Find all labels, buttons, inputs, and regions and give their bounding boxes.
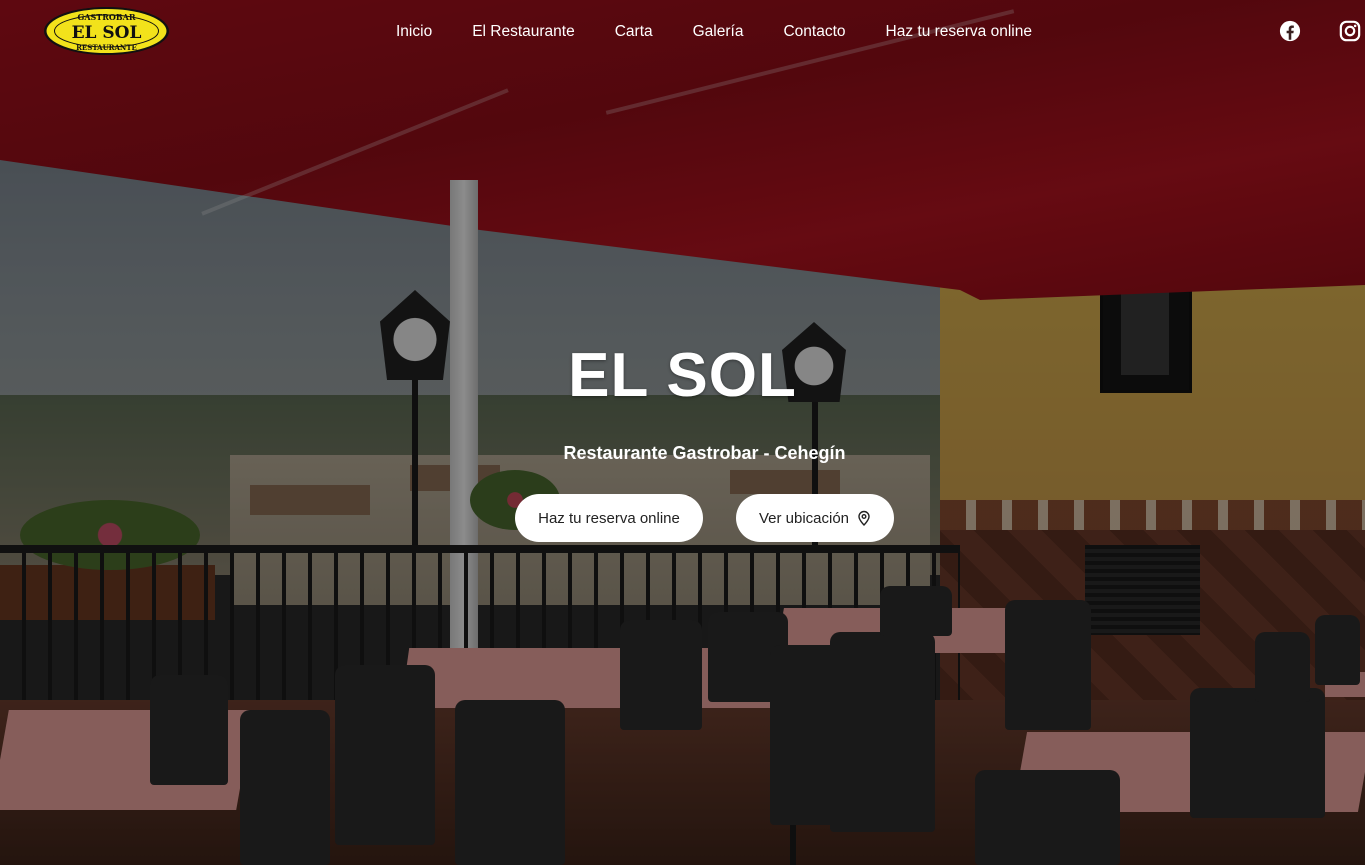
view-location-label: Ver ubicación (758, 509, 850, 527)
site-header: GASTROBAR EL SOL RESTAURANTE Inicio El R… (0, 0, 1365, 64)
svg-text:RESTAURANTE: RESTAURANTE (76, 43, 137, 52)
main-nav: Inicio El Restaurante Carta Galería Cont… (396, 20, 1032, 44)
nav-galeria[interactable]: Galería (693, 20, 744, 44)
view-location-button[interactable]: Ver ubicación (736, 494, 894, 542)
logo-graphic: GASTROBAR EL SOL RESTAURANTE (44, 7, 169, 55)
facebook-icon[interactable] (1279, 20, 1301, 42)
reserve-online-label: Haz tu reserva online (538, 509, 680, 527)
instagram-icon[interactable] (1339, 20, 1361, 42)
nav-reserva-online[interactable]: Haz tu reserva online (886, 20, 1032, 44)
dark-overlay (0, 0, 1365, 865)
hero-subtitle: Restaurante Gastrobar - Cehegín (563, 443, 846, 463)
reserve-online-button[interactable]: Haz tu reserva online (515, 494, 703, 542)
map-pin-icon (857, 510, 871, 526)
hero-title: EL SOL (568, 341, 797, 410)
site-logo[interactable]: GASTROBAR EL SOL RESTAURANTE (44, 7, 169, 55)
hero-background (0, 0, 1365, 865)
svg-text:GASTROBAR: GASTROBAR (77, 12, 135, 22)
nav-carta[interactable]: Carta (615, 20, 653, 44)
nav-el-restaurante[interactable]: El Restaurante (472, 20, 575, 44)
nav-inicio[interactable]: Inicio (396, 20, 432, 44)
svg-text:EL SOL: EL SOL (72, 23, 142, 43)
nav-contacto[interactable]: Contacto (783, 20, 845, 44)
